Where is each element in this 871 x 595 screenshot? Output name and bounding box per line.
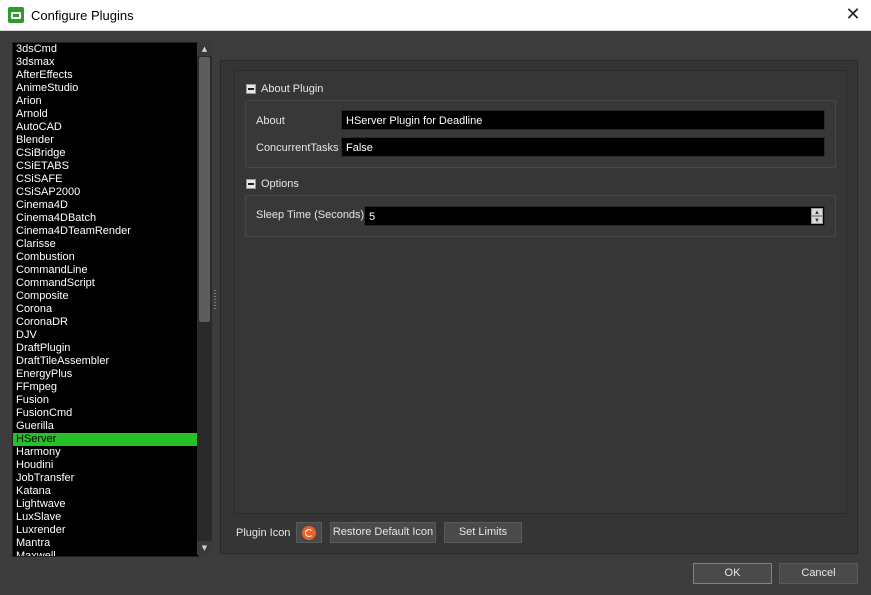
about-plugin-header-label: About Plugin [261,83,324,95]
plugin-list-item[interactable]: AfterEffects [13,69,198,82]
window-title: Configure Plugins [31,8,134,23]
plugin-list[interactable]: 3dsCmd 3dsmax AfterEffects AnimeStudio Arion… [12,42,199,557]
restore-default-icon-button[interactable]: Restore Default Icon [330,522,436,543]
plugin-list-item[interactable]: Clarisse [13,238,198,251]
plugin-list-item[interactable]: DraftPlugin [13,342,198,355]
plugin-list-item-selected[interactable]: HServer [13,433,198,446]
plugin-list-scrollbar[interactable]: ▲ ▼ [197,42,212,555]
plugin-list-item[interactable]: CSiSAP2000 [13,186,198,199]
ok-button[interactable]: OK [693,563,772,584]
plugin-list-item[interactable]: JobTransfer [13,472,198,485]
sleep-time-spinbox[interactable]: 5 ▲ ▼ [364,206,825,226]
plugin-list-item[interactable]: Arion [13,95,198,108]
about-field: HServer Plugin for Deadline [341,110,825,130]
plugin-list-item[interactable]: Guerilla [13,420,198,433]
plugin-list-item[interactable]: CSiSAFE [13,173,198,186]
plugin-list-item[interactable]: Cinema4DBatch [13,212,198,225]
options-header-label: Options [261,178,299,190]
collapse-icon[interactable] [246,179,256,190]
plugin-list-item[interactable]: CSiETABS [13,160,198,173]
plugin-list-item[interactable]: 3dsmax [13,56,198,69]
scroll-up-icon[interactable]: ▲ [197,42,212,56]
about-plugin-header[interactable]: About Plugin [246,82,323,96]
plugin-list-item[interactable]: CommandLine [13,264,198,277]
plugin-list-item[interactable]: Composite [13,290,198,303]
houdini-icon [302,526,316,540]
plugin-list-item[interactable]: DJV [13,329,198,342]
plugin-list-item[interactable]: AnimeStudio [13,82,198,95]
set-limits-button[interactable]: Set Limits [444,522,522,543]
plugin-list-item[interactable]: 3dsCmd [13,43,198,56]
plugin-list-item[interactable]: Katana [13,485,198,498]
options-header[interactable]: Options [246,177,299,191]
plugin-list-item[interactable]: EnergyPlus [13,368,198,381]
plugin-list-item[interactable]: CommandScript [13,277,198,290]
plugin-list-item[interactable]: FusionCmd [13,407,198,420]
close-icon[interactable]: ✕ [844,4,862,26]
plugin-list-item[interactable]: Combustion [13,251,198,264]
plugin-list-item[interactable]: LuxSlave [13,511,198,524]
plugin-list-item[interactable]: Houdini [13,459,198,472]
about-label: About [256,115,285,127]
splitter-handle[interactable] [214,290,216,310]
collapse-icon[interactable] [246,84,256,95]
spin-down-icon[interactable]: ▼ [811,216,823,224]
plugin-list-item[interactable]: Luxrender [13,524,198,537]
plugin-list-item[interactable]: Blender [13,134,198,147]
plugin-list-item[interactable]: Maxwell [13,550,198,556]
title-bar: Configure Plugins ✕ [0,0,871,31]
spin-up-icon[interactable]: ▲ [811,208,823,216]
plugin-list-item[interactable]: Cinema4DTeamRender [13,225,198,238]
plugin-list-item[interactable]: Cinema4D [13,199,198,212]
plugin-list-item[interactable]: Lightwave [13,498,198,511]
plugin-list-item[interactable]: CSiBridge [13,147,198,160]
plugin-list-item[interactable]: FFmpeg [13,381,198,394]
concurrent-tasks-label: ConcurrentTasks [256,142,339,154]
plugin-list-item[interactable]: Harmony [13,446,198,459]
plugin-list-item[interactable]: CoronaDR [13,316,198,329]
plugin-list-item[interactable]: DraftTileAssembler [13,355,198,368]
plugin-list-item[interactable]: Arnold [13,108,198,121]
plugin-icon-label: Plugin Icon [236,527,291,539]
sleep-time-value: 5 [369,211,376,223]
scrollbar-thumb[interactable] [199,57,210,322]
sleep-time-label: Sleep Time (Seconds) [256,209,365,221]
plugin-list-item[interactable]: Fusion [13,394,198,407]
plugin-list-item[interactable]: Corona [13,303,198,316]
cancel-button[interactable]: Cancel [779,563,858,584]
plugin-list-item[interactable]: AutoCAD [13,121,198,134]
plugin-icon-button[interactable] [296,522,322,543]
concurrent-tasks-field: False [341,137,825,157]
deadline-monitor-icon [8,7,24,23]
plugin-list-item[interactable]: Mantra [13,537,198,550]
scroll-down-icon[interactable]: ▼ [197,541,212,555]
